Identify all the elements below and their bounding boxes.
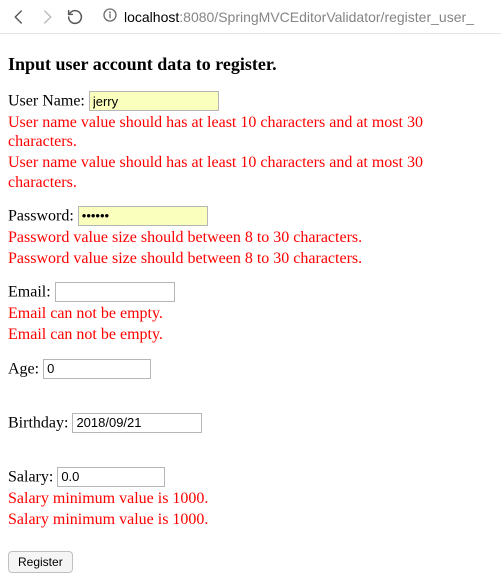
register-button[interactable]: Register [8, 551, 73, 573]
field-birthday: Birthday: [8, 413, 493, 433]
username-error: User name value should has at least 10 c… [8, 113, 493, 151]
password-label: Password: [8, 207, 74, 224]
field-username: User Name: User name value should has at… [8, 91, 493, 192]
birthday-input[interactable] [72, 413, 202, 433]
username-input[interactable] [89, 91, 219, 111]
username-error: User name value should has at least 10 c… [8, 153, 493, 191]
field-password: Password: Password value size should bet… [8, 206, 493, 268]
email-error: Email can not be empty. [8, 325, 493, 344]
username-label: User Name: [8, 93, 85, 110]
site-info-icon[interactable] [102, 7, 118, 26]
field-age: Age: [8, 359, 493, 379]
nav-icon-group [6, 8, 88, 26]
email-error: Email can not be empty. [8, 304, 493, 323]
salary-error: Salary minimum value is 1000. [8, 489, 493, 508]
salary-label: Salary: [8, 468, 53, 485]
forward-icon[interactable] [38, 8, 56, 26]
password-error: Password value size should between 8 to … [8, 249, 493, 268]
submit-row: Register [8, 551, 493, 573]
browser-toolbar: localhost:8080/SpringMVCEditorValidator/… [0, 0, 501, 34]
field-salary: Salary: Salary minimum value is 1000. Sa… [8, 467, 493, 529]
reload-icon[interactable] [66, 8, 84, 26]
password-input[interactable] [78, 206, 208, 226]
field-email: Email: Email can not be empty. Email can… [8, 282, 493, 344]
age-input[interactable] [43, 359, 151, 379]
url-host: localhost [124, 9, 179, 25]
back-icon[interactable] [10, 8, 28, 26]
email-input[interactable] [55, 282, 175, 302]
salary-error: Salary minimum value is 1000. [8, 510, 493, 529]
salary-input[interactable] [57, 467, 165, 487]
age-label: Age: [8, 360, 39, 377]
url-path: :8080/SpringMVCEditorValidator/register_… [179, 9, 474, 25]
email-label: Email: [8, 284, 51, 301]
birthday-label: Birthday: [8, 414, 68, 431]
password-error: Password value size should between 8 to … [8, 228, 493, 247]
page-content: Input user account data to register. Use… [0, 34, 501, 585]
address-bar[interactable]: localhost:8080/SpringMVCEditorValidator/… [96, 4, 495, 30]
page-title: Input user account data to register. [8, 54, 493, 75]
